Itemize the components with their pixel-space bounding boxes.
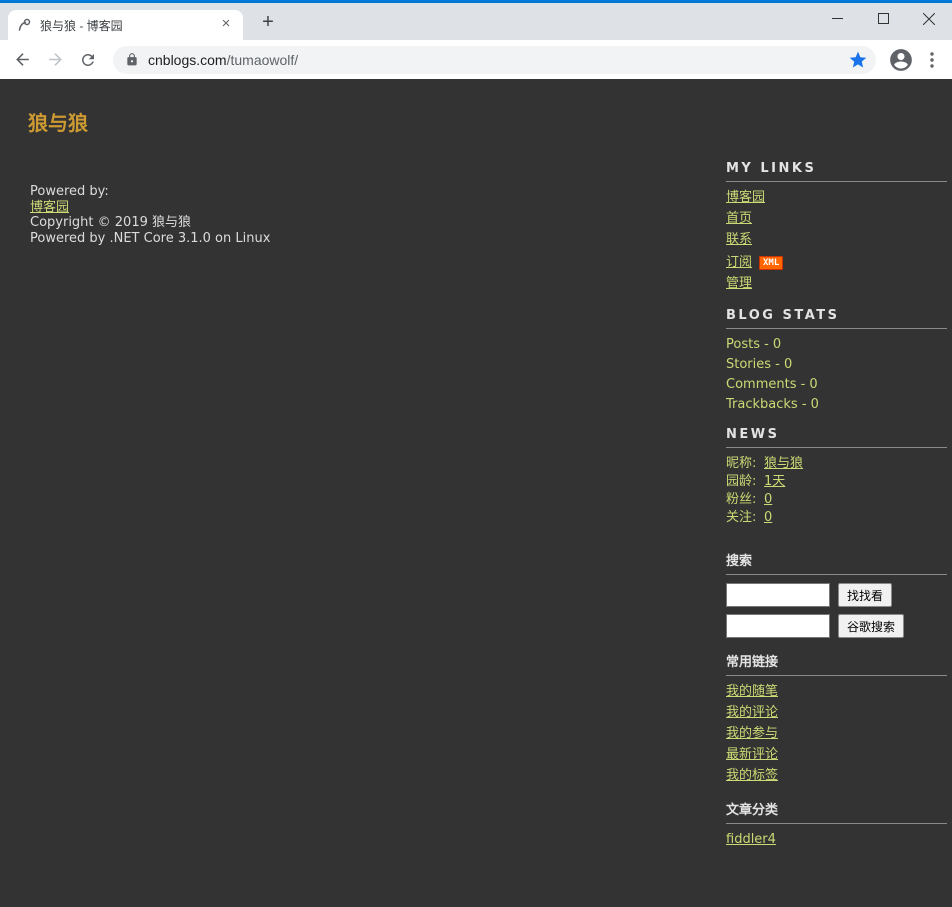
section-common-links: 常用链接 我的随笔 我的评论 我的参与 最新评论 我的标签 [726,651,947,784]
powered-by-label: Powered by: [30,184,109,199]
category-link-fiddler4[interactable]: fiddler4 [726,832,947,848]
address-bar[interactable]: cnblogs.com/tumaowolf/ [113,45,876,74]
forward-button[interactable] [41,46,69,74]
tech-line: Powered by .NET Core 3.1.0 on Linux [30,230,271,246]
news-label-age: 园龄: [726,474,757,489]
sidebar-link-home[interactable]: 首页 [726,211,947,227]
news-label-following: 关注: [726,510,757,525]
sidebar-link-blog-platform[interactable]: 博客园 [726,190,947,206]
sidebar-link-contact[interactable]: 联系 [726,232,947,248]
blog-footer: Powered by: 博客园 Copyright © 2019 狼与狼 Pow… [30,184,270,246]
url-text[interactable]: cnblogs.com/tumaowolf/ [148,52,848,68]
sidebar-link-my-participation[interactable]: 我的参与 [726,726,947,742]
news-value-following[interactable]: 0 [764,510,772,525]
site-search-input[interactable] [726,583,830,607]
news-value-nickname[interactable]: 狼与狼 [764,456,803,471]
news-row-age: 园龄: 1天 [726,474,947,490]
browser-window: 狼与狼 - 博客园 × + cnblogs.com/tumaowolf/ 狼与狼… [0,0,952,907]
sidebar-link-latest-comments[interactable]: 最新评论 [726,747,947,763]
stat-posts: Posts - 0 [726,337,782,352]
section-news: NEWS 昵称: 狼与狼 园龄: 1天 粉丝: 0 关注: 0 [726,427,947,526]
categories-title: 文章分类 [726,799,947,824]
news-value-age[interactable]: 1天 [764,474,785,489]
profile-avatar-icon[interactable] [888,47,914,73]
copyright-text: Copyright © 2019 狼与狼 [30,215,192,230]
section-categories: 文章分类 fiddler4 [726,799,947,848]
sidebar-link-my-tags[interactable]: 我的标签 [726,768,947,784]
browser-menu-icon[interactable] [920,48,944,72]
url-domain: cnblogs.com [148,51,227,68]
url-path: /tumaowolf/ [226,51,299,68]
maximize-button[interactable] [860,3,906,34]
blog-page: 狼与狼 Powered by: 博客园 Copyright © 2019 狼与狼… [0,79,952,907]
news-title: NEWS [726,427,947,448]
section-my-links: MY LINKS 博客园 首页 联系 订阅 XML 管理 [726,161,947,292]
news-row-nickname: 昵称: 狼与狼 [726,456,947,472]
window-controls [814,3,952,34]
bookmark-star-icon[interactable] [848,50,868,70]
tab-title: 狼与狼 - 博客园 [40,18,123,33]
tab-close-icon[interactable]: × [217,16,235,34]
stat-trackbacks: Trackbacks - 0 [726,397,819,412]
my-links-title: MY LINKS [726,161,947,182]
news-value-followers[interactable]: 0 [764,492,772,507]
sidebar: MY LINKS 博客园 首页 联系 订阅 XML 管理 BLOG STATS P… [726,161,952,853]
sidebar-link-my-comments[interactable]: 我的评论 [726,705,947,721]
close-window-button[interactable] [906,3,952,34]
site-search-row: 找找看 [726,583,947,607]
blog-stats-title: BLOG STATS [726,308,947,329]
news-label-followers: 粉丝: [726,492,757,507]
back-button[interactable] [8,46,36,74]
section-blog-stats: BLOG STATS Posts - 0 Stories - 0 Comment… [726,308,947,413]
sidebar-link-subscribe[interactable]: 订阅 [726,255,752,270]
common-links-title: 常用链接 [726,651,947,676]
platform-link[interactable]: 博客园 [30,200,69,215]
sidebar-link-admin[interactable]: 管理 [726,276,947,292]
new-tab-button[interactable]: + [254,9,282,37]
subscribe-row: 订阅 XML [726,253,947,271]
tab-bar: 狼与狼 - 博客园 × + [0,3,952,40]
news-row-following: 关注: 0 [726,510,947,526]
reload-button[interactable] [74,46,102,74]
site-search-button[interactable]: 找找看 [838,583,893,607]
site-favicon-icon [16,17,32,33]
section-search: 搜索 找找看 谷歌搜索 [726,550,947,638]
active-tab[interactable]: 狼与狼 - 博客园 × [8,10,243,40]
sidebar-link-my-posts[interactable]: 我的随笔 [726,684,947,700]
google-search-button[interactable]: 谷歌搜索 [838,614,905,638]
stat-comments: Comments - 0 [726,377,818,392]
google-search-input[interactable] [726,614,830,638]
lock-icon[interactable] [125,52,139,67]
blog-title: 狼与狼 [28,111,88,135]
minimize-button[interactable] [814,3,860,34]
news-row-followers: 粉丝: 0 [726,492,947,508]
xml-badge[interactable]: XML [759,256,784,270]
google-search-row: 谷歌搜索 [726,614,947,638]
browser-toolbar: cnblogs.com/tumaowolf/ [0,40,952,79]
news-label-nickname: 昵称: [726,456,757,471]
stat-stories: Stories - 0 [726,357,793,372]
search-title: 搜索 [726,550,947,575]
